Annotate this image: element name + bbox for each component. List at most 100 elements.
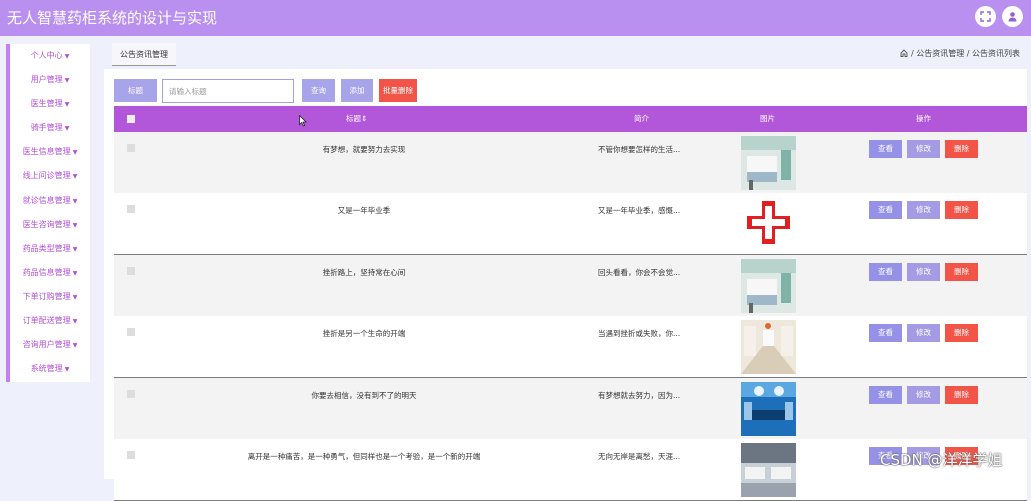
ward-photo [741, 443, 796, 497]
sidebar-item-label: 医生咨询管理 [22, 219, 71, 229]
sidebar-item[interactable]: 系统管理 ▼ [10, 357, 90, 381]
caret-down-icon: ▼ [64, 77, 70, 85]
sidebar-item-label: 就诊信息管理 [22, 195, 71, 205]
view-button[interactable]: 查看 [869, 324, 902, 343]
home-icon[interactable] [900, 49, 908, 57]
row-title: 挫折路上，坚持常在心间 [322, 267, 406, 277]
sidebar-item[interactable]: 订单配送管理 ▼ [10, 309, 90, 333]
sidebar-item-label: 系统管理 [30, 364, 63, 374]
batch-delete-button[interactable]: 批量删除 [379, 79, 417, 102]
edit-button[interactable]: 修改 [907, 262, 940, 281]
delete-button[interactable]: 删除 [945, 140, 978, 158]
row-title: 离开是一种痛苦，是一种勇气，但同样也是一个考验，是一个新的开端 [247, 452, 481, 461]
breadcrumb-sep: / [966, 49, 970, 58]
delete-button[interactable]: 删除 [945, 385, 978, 404]
view-button[interactable]: 查看 [869, 385, 902, 404]
breadcrumb: / 公告资讯管理 / 公告资讯列表 [900, 48, 1020, 59]
select-all-checkbox[interactable] [127, 115, 135, 123]
watermark: CSDN @洋洋学姐 [880, 451, 1003, 469]
sidebar-item-label: 线上问诊管理 [22, 171, 71, 181]
row-title: 你要去相信，没有到不了的明天 [311, 390, 417, 400]
edit-button[interactable]: 修改 [907, 385, 940, 404]
sidebar-item[interactable]: 医生管理 ▼ [10, 92, 90, 116]
hospital-room-photo [741, 136, 796, 190]
breadcrumb-bar: 公告资讯管理 / 公告资讯管理 / 公告资讯列表 [104, 40, 1027, 68]
mouse-cursor-icon [299, 114, 307, 130]
caret-down-icon: ▼ [72, 342, 78, 350]
sidebar-item-label: 药品类型管理 [22, 243, 71, 253]
fullscreen-icon[interactable] [975, 6, 996, 27]
sidebar-item-label: 医生信息管理 [22, 147, 71, 157]
row-summary: 当遇到挫折或失败，你... [598, 329, 681, 339]
user-icon[interactable] [1002, 6, 1023, 27]
row-summary: 又是一年毕业季，感慨... [598, 206, 681, 216]
column-header-image: 图片 [760, 114, 775, 123]
sidebar-item-label: 用户管理 [30, 75, 63, 85]
sidebar-item[interactable]: 用户管理 ▼ [10, 68, 90, 92]
table-row: 又是一年毕业季 又是一年毕业季，感慨... 查看 修改 删除 [114, 193, 1027, 256]
sidebar-item-label: 咨询用户管理 [22, 340, 71, 350]
table-row: 挫折是另一个生命的开端 当遇到挫折或失败，你... 查看 修改 删除 [114, 316, 1027, 379]
caret-down-icon: ▼ [72, 318, 78, 326]
row-title: 又是一年毕业季 [337, 206, 391, 216]
sidebar-item[interactable]: 线上问诊管理 ▼ [10, 164, 90, 188]
caret-down-icon: ▼ [72, 245, 78, 253]
sidebar-item[interactable]: 药品类型管理 ▼ [10, 237, 90, 261]
hospital-corridor-photo [741, 320, 796, 375]
hospital-room-photo [741, 258, 796, 313]
top-bar: 无人智慧药柜系统的设计与实现 [0, 0, 1031, 36]
delete-button[interactable]: 删除 [945, 324, 978, 343]
caret-down-icon: ▼ [72, 173, 78, 181]
caret-down-icon: ▼ [64, 125, 70, 133]
column-header-actions: 操作 [916, 114, 931, 123]
main-content: 标题 查询 添加 批量删除 标题⇕ 简介 图片 操作 有梦想，就要努力去实现 不管… [104, 69, 1027, 501]
column-header-title[interactable]: 标题⇕ [346, 106, 367, 132]
row-summary: 不管你想要怎样的生活... [598, 145, 681, 154]
sidebar-item-label: 药品信息管理 [22, 267, 71, 277]
edit-button[interactable]: 修改 [907, 324, 940, 343]
delete-button[interactable]: 删除 [945, 262, 978, 281]
sidebar-item[interactable]: 医生信息管理 ▼ [10, 140, 90, 164]
sidebar-item-label: 订单配送管理 [22, 316, 71, 326]
table-row: 有梦想，就要努力去实现 不管你想要怎样的生活... 查看 修改 删除 [114, 132, 1027, 194]
query-button[interactable]: 查询 [302, 79, 335, 102]
sidebar-item[interactable]: 骑手管理 ▼ [10, 116, 90, 140]
edit-button[interactable]: 修改 [907, 140, 940, 158]
sidebar-item[interactable]: 下单订购管理 ▼ [10, 285, 90, 309]
row-summary: 回头看看，你会不会觉... [598, 267, 681, 277]
sidebar-item-label: 个人中心 [30, 51, 63, 60]
caret-down-icon: ▼ [72, 221, 78, 229]
tab-announcement-management[interactable]: 公告资讯管理 [112, 43, 176, 66]
caret-down-icon: ▼ [64, 53, 70, 60]
caret-down-icon: ▼ [72, 149, 78, 157]
add-button[interactable]: 添加 [341, 79, 373, 102]
sidebar-item[interactable]: 药品信息管理 ▼ [10, 261, 90, 285]
row-title: 挫折是另一个生命的开端 [322, 329, 406, 339]
search-field-label: 标题 [114, 79, 157, 102]
row-title: 有梦想，就要努力去实现 [322, 145, 406, 154]
sidebar: 个人中心 ▼ 用户管理 ▼ 医生管理 ▼ 骑手管理 ▼ 医生信息管理 ▼ 线上问诊管理 ▼ 就诊信息管理… [6, 44, 90, 382]
view-button[interactable]: 查看 [869, 262, 902, 281]
caret-down-icon: ▼ [72, 269, 78, 277]
edit-button[interactable]: 修改 [907, 201, 940, 220]
breadcrumb-item[interactable]: 公告资讯管理 [916, 49, 964, 58]
caret-down-icon: ▼ [72, 293, 78, 301]
delete-button[interactable]: 删除 [945, 201, 978, 220]
view-button[interactable]: 查看 [869, 140, 902, 158]
table-row: 挫折路上，坚持常在心间 回头看看，你会不会觉... 查看 修改 删除 [114, 254, 1027, 317]
view-button[interactable]: 查看 [869, 201, 902, 220]
table-header: 标题⇕ 简介 图片 操作 [114, 106, 1027, 132]
sidebar-item[interactable]: 咨询用户管理 ▼ [10, 333, 90, 357]
caret-down-icon: ▼ [72, 197, 78, 205]
sidebar-item[interactable]: 医生咨询管理 ▼ [10, 213, 90, 237]
breadcrumb-current: 公告资讯列表 [972, 49, 1020, 58]
sidebar-item[interactable]: 个人中心 ▼ [10, 44, 90, 68]
search-input[interactable] [162, 79, 294, 103]
column-header-title-label: 标题 [346, 114, 361, 123]
table-row: 你要去相信，没有到不了的明天 有梦想就去努力，因为... 查看 修改 删除 [114, 377, 1027, 440]
row-summary: 无向无岸是离愁，天涯... [598, 452, 681, 461]
caret-down-icon: ▼ [64, 366, 70, 374]
sidebar-item-label: 医生管理 [30, 99, 63, 109]
sidebar-item[interactable]: 就诊信息管理 ▼ [10, 189, 90, 213]
app-title: 无人智慧药柜系统的设计与实现 [7, 9, 218, 27]
